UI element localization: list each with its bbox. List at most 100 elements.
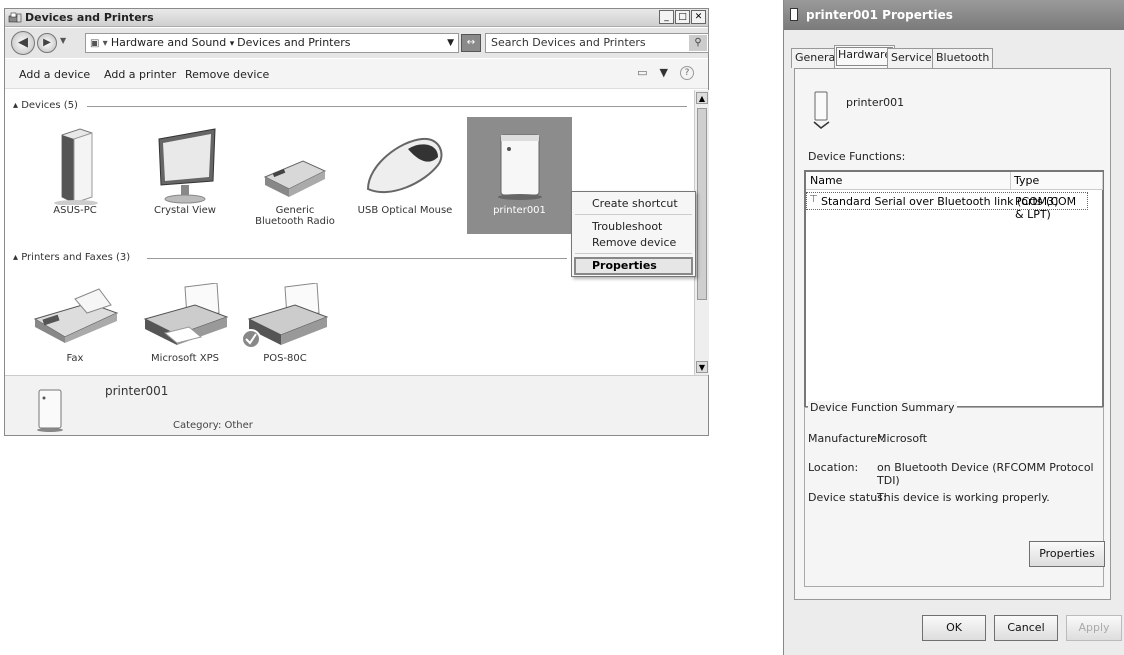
dialog-title-bar[interactable]: printer001 Properties — [784, 0, 1124, 30]
properties-dialog: printer001 Properties General Hardware S… — [783, 0, 1124, 655]
group-divider — [87, 106, 687, 107]
refresh-icon: ↔ — [466, 37, 476, 48]
devices-printers-icon — [8, 12, 22, 23]
device-printer001[interactable]: printer001 — [467, 117, 572, 234]
device-asus-pc[interactable]: ASUS-PC — [25, 125, 125, 216]
menu-remove-device[interactable]: Remove device — [592, 236, 676, 249]
back-arrow-icon: ◀ — [18, 35, 28, 50]
refresh-button[interactable]: ↔ — [461, 34, 481, 52]
menu-separator — [575, 253, 692, 254]
printer-device-icon — [813, 91, 830, 129]
menu-create-shortcut[interactable]: Create shortcut — [592, 197, 678, 210]
scroll-thumb[interactable] — [697, 108, 707, 300]
close-button[interactable]: ✕ — [691, 10, 706, 24]
devices-group-label: Devices (5) — [21, 100, 78, 111]
status-value: This device is working properly. — [877, 491, 1050, 504]
menu-separator — [575, 214, 692, 215]
breadcrumb-hardware-sound[interactable]: Hardware and Sound — [111, 36, 226, 49]
forward-arrow-icon: ▶ — [43, 37, 51, 48]
printer-pos-80c[interactable]: POS-80C — [235, 283, 335, 364]
maximize-button[interactable]: □ — [675, 10, 690, 24]
location-value: on Bluetooth Device (RFCOMM Protocol TDI… — [877, 461, 1094, 487]
minimize-button[interactable]: _ — [659, 10, 674, 24]
summary-title: Device Function Summary — [808, 401, 957, 414]
device-properties-button[interactable]: Properties — [1029, 541, 1105, 567]
cancel-button[interactable]: Cancel — [994, 615, 1058, 641]
forward-button[interactable]: ▶ — [37, 33, 57, 53]
mouse-icon — [366, 137, 443, 194]
address-dropdown-icon[interactable]: ▼ — [447, 34, 454, 52]
scroll-up-icon[interactable]: ▲ — [696, 92, 708, 104]
manufacturer-value: Microsoft — [877, 432, 928, 445]
details-pane: printer001 Category: Other — [5, 375, 708, 435]
device-crystal-view[interactable]: Crystal View — [135, 125, 235, 216]
title-bar[interactable]: Devices and Printers _ □ ✕ — [5, 9, 708, 27]
printer-device-icon — [497, 134, 542, 200]
ok-button[interactable]: OK — [922, 615, 986, 641]
vertical-scrollbar[interactable]: ▲ ▼ — [694, 90, 709, 375]
printers-group-label: Printers and Faxes (3) — [21, 252, 131, 263]
printer-fax[interactable]: Fax — [25, 283, 125, 364]
fax-machine-icon — [33, 288, 119, 343]
device-name-label: printer001 — [846, 96, 905, 109]
printers-group-header[interactable]: ▴ Printers and Faxes (3) — [13, 252, 130, 263]
status-label: Device status: — [808, 491, 887, 504]
details-device-name: printer001 — [105, 384, 169, 398]
column-name[interactable]: Name — [810, 174, 842, 187]
printer-device-icon — [37, 389, 63, 432]
printer-label: Microsoft XPS — [151, 353, 219, 364]
collapse-icon[interactable]: ▴ — [13, 252, 21, 263]
device-label: USB Optical Mouse — [357, 205, 453, 216]
default-printer-check-icon — [241, 329, 261, 349]
manufacturer-label: Manufacturer: — [808, 432, 886, 445]
view-dropdown-icon[interactable]: ▼ — [660, 66, 668, 80]
location-icon: ▣ ▾ — [90, 38, 111, 49]
device-functions-label: Device Functions: — [808, 150, 906, 163]
device-label: ASUS-PC — [53, 205, 97, 216]
add-device-button[interactable]: Add a device — [19, 68, 90, 81]
monitor-icon — [158, 128, 216, 204]
devices-printers-window: Devices and Printers _ □ ✕ ◀ ▶ ▼ ▣ ▾ Har… — [4, 8, 709, 436]
device-generic-bluetooth-radio[interactable]: Generic Bluetooth Radio — [245, 125, 345, 227]
collapse-icon[interactable]: ▴ — [13, 100, 21, 111]
serial-port-icon: ⊤ — [809, 194, 818, 205]
printer-icon — [143, 283, 229, 345]
search-placeholder: Search Devices and Printers — [491, 36, 646, 49]
tab-hardware[interactable]: Hardware — [834, 45, 896, 68]
apply-button[interactable]: Apply — [1066, 615, 1122, 641]
recent-pages-icon[interactable]: ▼ — [60, 36, 66, 45]
search-icon[interactable]: ⚲ — [689, 35, 707, 51]
table-row[interactable]: ⊤ Standard Serial over Bluetooth link (C… — [806, 192, 1088, 221]
printer-microsoft-xps[interactable]: Microsoft XPS — [135, 283, 235, 364]
device-label: Crystal View — [154, 205, 216, 216]
add-printer-button[interactable]: Add a printer — [104, 68, 176, 81]
device-functions-list[interactable]: Name Type ⊤ Standard Serial over Bluetoo… — [804, 170, 1104, 408]
list-header: Name Type — [806, 172, 1103, 190]
breadcrumb-devices-printers[interactable]: Devices and Printers — [237, 36, 350, 49]
menu-troubleshoot[interactable]: Troubleshoot — [592, 220, 662, 233]
command-bar: Add a device Add a printer Remove device… — [5, 59, 708, 89]
device-function-summary: Device Function Summary Manufacturer: Mi… — [804, 401, 1105, 587]
computer-tower-icon — [54, 128, 98, 205]
search-input[interactable]: Search Devices and Printers ⚲ — [485, 33, 709, 53]
column-type[interactable]: Type — [1014, 174, 1039, 187]
printer-device-icon — [790, 8, 798, 21]
address-field[interactable]: ▣ ▾ Hardware and Sound ▾ Devices and Pri… — [85, 33, 459, 53]
device-label: Generic Bluetooth Radio — [255, 205, 335, 227]
printer-label: POS-80C — [263, 353, 307, 364]
dialog-title: printer001 Properties — [806, 8, 953, 22]
printer-label: Fax — [66, 353, 84, 364]
help-icon[interactable]: ? — [680, 66, 694, 80]
context-menu: Create shortcut Troubleshoot Remove devi… — [571, 191, 696, 277]
devices-group-header[interactable]: ▴ Devices (5) — [13, 100, 78, 111]
tab-bluetooth[interactable]: Bluetooth — [932, 48, 994, 68]
view-options-icon[interactable]: ▭ — [637, 66, 647, 80]
usb-dongle-icon — [263, 160, 327, 197]
group-divider — [147, 258, 567, 259]
device-usb-optical-mouse[interactable]: USB Optical Mouse — [355, 125, 455, 216]
menu-properties[interactable]: Properties — [574, 257, 693, 275]
scroll-down-icon[interactable]: ▼ — [696, 361, 708, 373]
device-label: printer001 — [493, 205, 546, 216]
back-button[interactable]: ◀ — [11, 31, 35, 55]
remove-device-button[interactable]: Remove device — [185, 68, 269, 81]
